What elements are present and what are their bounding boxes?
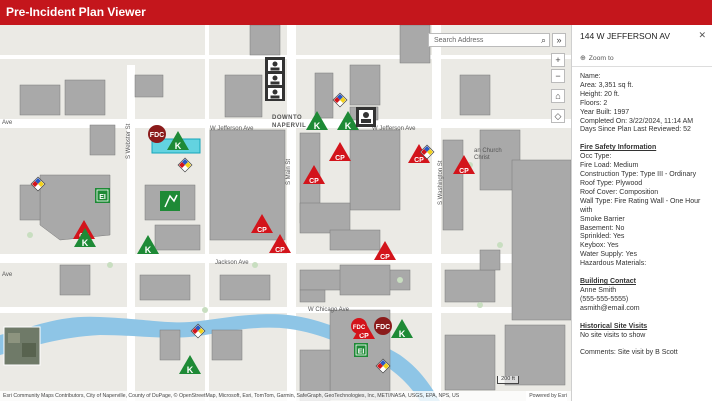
svg-text:K: K (345, 121, 352, 131)
fire-safety-field: Construction Type: Type III - Ordinary (580, 171, 697, 179)
ei-marker[interactable]: EI (95, 188, 110, 203)
svg-text:FDC: FDC (150, 132, 164, 139)
svg-text:CP: CP (459, 168, 469, 175)
k-marker[interactable]: K (337, 111, 359, 131)
marker-layer: CP CP CP CP CP CP CP CP CP K K K K K K K… (30, 57, 475, 375)
zoom-to-label: Zoom to (588, 54, 614, 62)
contact-icon[interactable] (356, 107, 376, 127)
svg-text:K: K (187, 365, 194, 375)
cp-marker[interactable]: CP (269, 234, 291, 254)
fire-safety-field: Smoke Barrier (580, 215, 625, 223)
svg-text:CP: CP (359, 333, 369, 340)
k-marker[interactable]: K (391, 319, 413, 339)
map-view[interactable]: W Jefferson Ave W Jefferson Ave Jackson … (0, 25, 571, 401)
cp-marker[interactable]: CP (453, 155, 475, 175)
app-title: Pre-Incident Plan Viewer (6, 5, 146, 19)
cp-marker[interactable]: CP (303, 165, 325, 185)
svg-text:K: K (82, 238, 89, 248)
map-attribution: Esri Community Maps Contributors, City o… (0, 391, 571, 401)
svg-text:EI: EI (99, 194, 106, 201)
search-address-input[interactable]: Search Address ⌕ (428, 33, 550, 47)
comments-field: Comments: Site visit by B Scott (580, 349, 678, 357)
fdc-marker[interactable]: FDC (374, 317, 392, 335)
k-marker[interactable]: K (137, 235, 159, 255)
hazmat-marker[interactable] (30, 176, 46, 192)
fire-safety-field: Occ Type: (580, 153, 612, 161)
zoom-out-button[interactable]: − (551, 69, 565, 83)
contact-email[interactable]: asmith@email.com (580, 305, 710, 314)
building-contact-heading: Building Contact (580, 278, 636, 286)
contact-field: (555-555-5555) (580, 295, 629, 303)
fire-safety-field: Roof Cover: Composition (580, 188, 659, 196)
fire-safety-field: Keybox: Yes (580, 242, 619, 250)
contact-field: Anne Smith (580, 286, 617, 294)
svg-text:CP: CP (380, 254, 390, 261)
search-icon[interactable]: ⌕ (541, 35, 546, 46)
k-marker[interactable]: K (167, 131, 189, 151)
fire-safety-field: Wall Type: Fire Rating Wall - One Hour w… (580, 197, 701, 214)
fire-safety-field: Water Supply: Yes (580, 251, 637, 259)
svg-text:CP: CP (257, 227, 267, 234)
panel-body: Name: Area: 3,351 sq ft. Height: 20 ft. … (580, 73, 710, 358)
zoom-in-button[interactable]: + (551, 53, 565, 67)
close-icon[interactable]: ✕ (698, 30, 706, 41)
cp-marker[interactable]: CP (374, 241, 396, 261)
general-field: Height: 20 ft. (580, 90, 620, 98)
general-field: Floors: 2 (580, 99, 608, 107)
general-field: Completed On: 3/22/2024, 11:14 AM (580, 117, 694, 125)
k-marker[interactable]: K (306, 111, 328, 131)
collapse-panel-button[interactable]: » (552, 33, 566, 47)
svg-text:K: K (175, 141, 182, 151)
fdc-marker[interactable]: FDC (351, 318, 367, 334)
fire-safety-field: Fire Load: Medium (580, 162, 639, 170)
fire-safety-field: Roof Type: Plywood (580, 179, 643, 187)
fdc-marker[interactable]: FDC (148, 125, 166, 143)
k-marker[interactable]: K (179, 355, 201, 375)
fire-safety-field: Sprinkled: Yes (580, 233, 625, 241)
app-header: Pre-Incident Plan Viewer (0, 0, 712, 25)
ei-marker[interactable]: EI (354, 343, 368, 357)
compass-button[interactable]: ◇ (551, 109, 565, 123)
svg-text:K: K (145, 245, 152, 255)
general-field: Year Built: 1997 (580, 108, 630, 116)
divider (572, 66, 712, 67)
cp-marker[interactable]: CP (251, 214, 273, 234)
magnify-icon: ⊕ (580, 55, 586, 62)
search-placeholder: Search Address (434, 37, 484, 44)
info-panel: 144 W JEFFERSON AV ✕ ⊕ Zoom to Name: Are… (571, 25, 712, 401)
svg-text:EI: EI (358, 349, 365, 356)
attribution-text: Esri Community Maps Contributors, City o… (3, 393, 460, 399)
fire-safety-field: Basement: No (580, 224, 625, 232)
scale-bar: 200 ft (497, 376, 519, 384)
site-visits-heading: Historical Site Visits (580, 322, 648, 330)
svg-text:K: K (399, 329, 406, 339)
svg-text:K: K (314, 121, 321, 131)
contact-icon[interactable] (265, 57, 285, 101)
general-field: Area: 3,351 sq ft. (580, 81, 634, 89)
evacuation-sign-icon[interactable] (160, 191, 180, 211)
fire-safety-heading: Fire Safety Information (580, 144, 657, 152)
svg-text:CP: CP (275, 247, 285, 254)
general-field: Name: (580, 73, 601, 80)
svg-text:FDC: FDC (353, 325, 366, 331)
site-visits-field: No site visits to show (580, 331, 646, 339)
hazmat-marker[interactable] (177, 157, 193, 173)
home-button[interactable]: ⌂ (551, 89, 565, 103)
zoom-to-button[interactable]: ⊕ Zoom to (580, 54, 614, 63)
powered-by-text[interactable]: Powered by Esri (526, 391, 567, 401)
svg-text:CP: CP (414, 157, 424, 164)
svg-text:FDC: FDC (376, 324, 390, 331)
fire-safety-field: Hazardous Materials: (580, 260, 647, 268)
general-field: Days Since Plan Last Reviewed: 52 (580, 126, 691, 134)
hazmat-marker[interactable] (190, 323, 206, 339)
hazmat-marker[interactable] (375, 358, 391, 374)
cp-marker[interactable]: CP (329, 142, 351, 162)
panel-address: 144 W JEFFERSON AV (580, 31, 671, 41)
svg-text:CP: CP (309, 178, 319, 185)
svg-text:CP: CP (335, 155, 345, 162)
hazmat-marker[interactable] (332, 92, 348, 108)
